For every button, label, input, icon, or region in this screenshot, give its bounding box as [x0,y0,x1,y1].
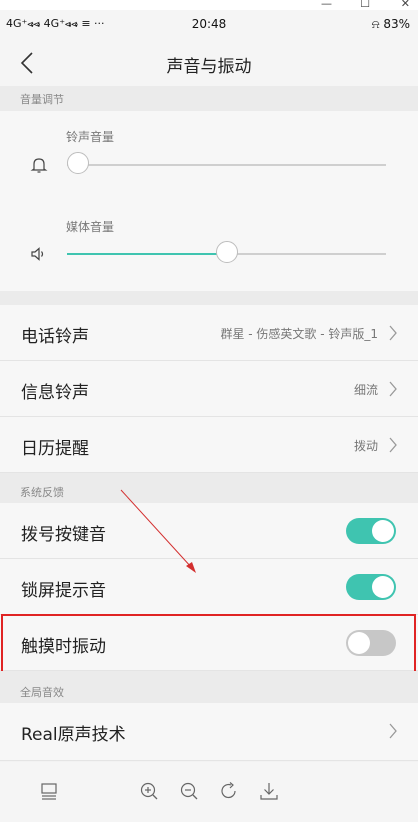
minimize-icon[interactable]: — [321,0,332,10]
lock-screen-sound-toggle[interactable] [346,574,396,600]
calendar-reminder-row[interactable]: 日历提醒 拨动 [0,417,418,473]
chevron-right-icon [389,325,397,341]
section-header-feedback: 系统反馈 [0,473,418,503]
section-header-global: 全局音效 [0,671,418,703]
volume-panel: 铃声音量 媒体音量 [0,111,418,291]
real-sound-row[interactable]: Real原声技术 [0,703,418,761]
phone-ringtone-row[interactable]: 电话铃声 群星 - 伤感英文歌 - 铃声版_1 [0,305,418,361]
section-spacer [0,291,418,305]
close-icon[interactable]: ✕ [401,0,410,10]
ringtone-volume-thumb[interactable] [67,152,89,174]
bottom-toolbar [0,762,418,822]
dial-keypad-tone-toggle[interactable] [346,518,396,544]
page-title: 声音与振动 [166,57,252,77]
zoom-in-icon[interactable] [138,780,160,802]
status-time: 20:48 [191,17,227,31]
download-icon[interactable] [258,780,280,802]
speaker-icon [31,247,44,261]
status-bar: 4G⁺⩹⩹ 4G⁺⩹⩹ ≡ ··· 20:48 ⍾ 83% [0,10,418,40]
battery-indicator: ⍾ 83% [371,17,410,31]
layout-icon[interactable] [38,780,60,802]
title-bar: 声音与振动 [0,40,418,86]
chevron-right-icon [389,723,397,739]
ringtone-volume-label: 铃声音量 [66,130,115,144]
window-chrome: — ☐ ✕ [0,0,418,10]
bell-icon [30,158,48,173]
highlight-box [1,614,416,673]
media-volume-thumb[interactable] [216,241,238,263]
ringtone-volume-slider[interactable] [67,152,386,174]
zoom-out-icon[interactable] [178,780,200,802]
lock-screen-sound-row[interactable]: 锁屏提示音 [0,559,418,615]
message-ringtone-row[interactable]: 信息铃声 细流 [0,361,418,417]
media-volume-fill [67,253,227,255]
section-header-volume: 音量调节 [0,86,418,111]
media-volume-label: 媒体音量 [66,220,115,234]
rotate-icon[interactable] [218,780,240,802]
dial-keypad-tone-row[interactable]: 拨号按键音 [0,503,418,559]
chevron-right-icon [389,381,397,397]
chevron-right-icon [389,437,397,453]
media-volume-slider[interactable] [67,241,386,263]
maximize-icon[interactable]: ☐ [360,0,370,10]
